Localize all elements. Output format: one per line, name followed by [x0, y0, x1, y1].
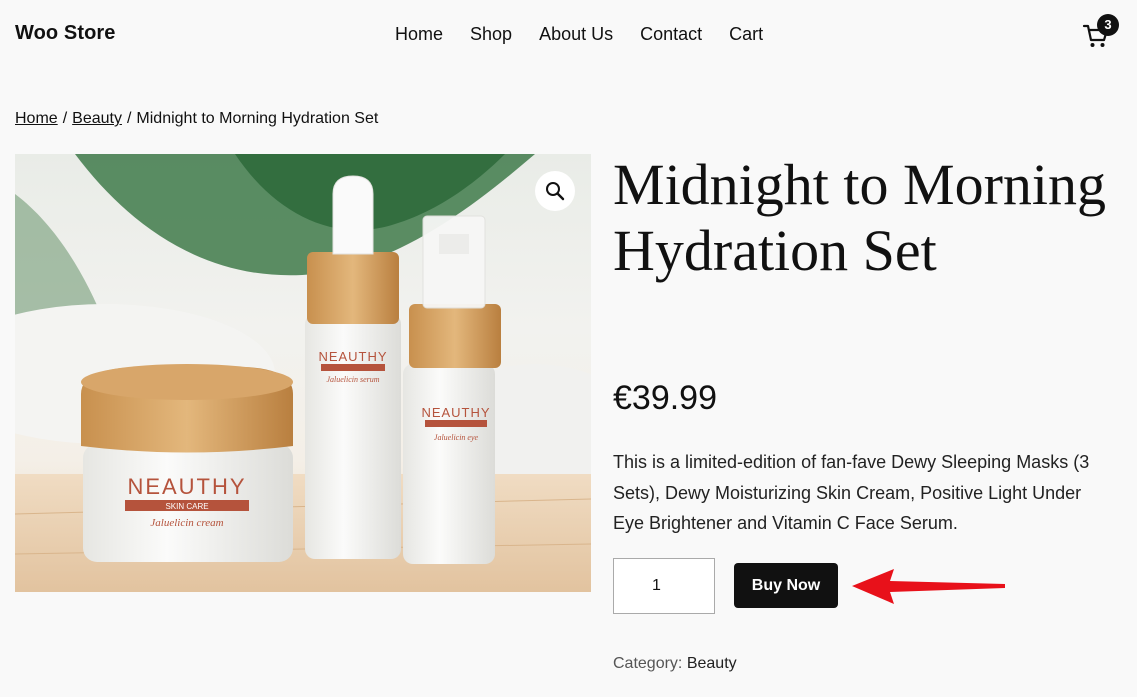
nav-shop[interactable]: Shop: [470, 23, 512, 45]
site-title[interactable]: Woo Store: [15, 22, 116, 45]
breadcrumb-current: Midnight to Morning Hydration Set: [136, 110, 379, 127]
jar-sub-label: SKIN CARE: [165, 502, 208, 511]
jar-brand-label: NEAUTHY: [127, 474, 246, 499]
eye-product-label: Jaluelicin eye: [434, 433, 479, 442]
breadcrumb-home[interactable]: Home: [15, 110, 58, 127]
pointer-arrow-icon: [852, 569, 1005, 604]
product-description: This is a limited-edition of fan-fave De…: [613, 452, 1090, 533]
category-label: Category:: [613, 655, 683, 672]
eye-brand-label: NEAUTHY: [421, 405, 490, 420]
nav-home[interactable]: Home: [395, 23, 443, 45]
zoom-button[interactable]: [535, 171, 575, 211]
serum-product-label: Jaluelicin serum: [326, 375, 379, 384]
product-photo: NEAUTHY SKIN CARE Jaluelicin cream NEAUT…: [15, 154, 591, 592]
cart-button[interactable]: 3: [1080, 14, 1120, 54]
quantity-input[interactable]: [613, 558, 715, 614]
nav-contact[interactable]: Contact: [640, 23, 702, 45]
serum-brand-label: NEAUTHY: [318, 349, 387, 364]
buy-now-button[interactable]: Buy Now: [734, 563, 838, 608]
cart-count-badge: 3: [1097, 14, 1119, 36]
jar-product-label: Jaluelicin cream: [150, 517, 223, 529]
category-link-beauty[interactable]: Beauty: [687, 655, 737, 672]
product-category: Category: Beauty: [613, 655, 737, 673]
breadcrumb-separator: /: [62, 110, 68, 127]
nav-cart[interactable]: Cart: [729, 23, 763, 45]
product-price: €39.99: [613, 379, 717, 417]
magnifier-icon: [546, 182, 565, 201]
breadcrumb-beauty[interactable]: Beauty: [72, 110, 122, 127]
product-title: Midnight to Morning Hydration Set: [613, 152, 1107, 283]
nav-about-us[interactable]: About Us: [539, 23, 613, 45]
breadcrumb-separator: /: [126, 110, 132, 127]
breadcrumb: Home / Beauty / Midnight to Morning Hydratio…: [15, 110, 378, 128]
product-image[interactable]: NEAUTHY SKIN CARE Jaluelicin cream NEAUT…: [15, 154, 591, 592]
main-nav: Home Shop About Us Contact Cart: [395, 23, 790, 45]
